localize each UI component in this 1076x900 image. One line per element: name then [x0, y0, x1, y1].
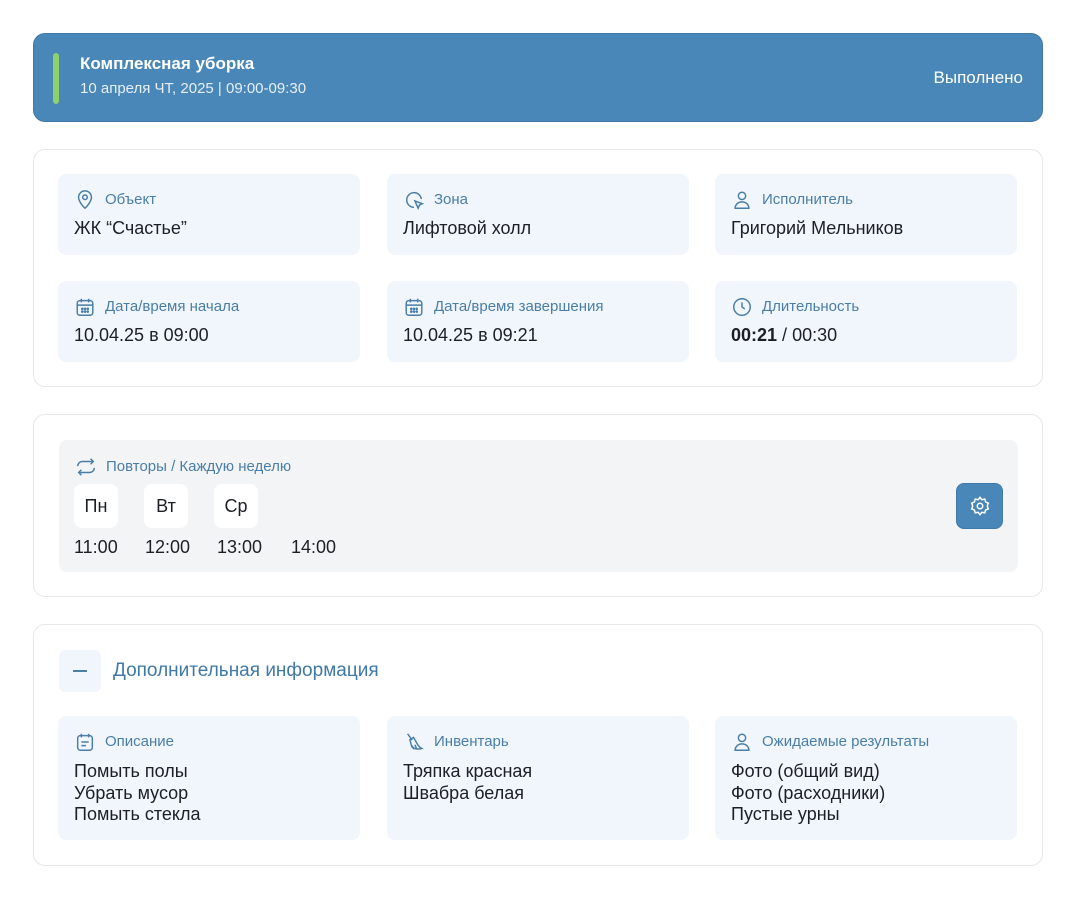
list-item: Помыть стекла: [74, 804, 201, 824]
duration-value: 00:21 / 00:30: [731, 325, 837, 346]
broom-icon: [406, 733, 424, 750]
user-icon: [734, 733, 750, 751]
inventory-label: Инвентарь: [434, 733, 509, 750]
status-badge: Выполнено: [933, 68, 1023, 87]
minus-icon: [73, 670, 87, 672]
zone-value: Лифтовой холл: [403, 218, 532, 238]
extra-info-card: Дополнительная информация Описание Помыт…: [33, 624, 1043, 866]
results-label: Ожидаемые результаты: [762, 733, 930, 750]
duration-separator: /: [777, 325, 793, 345]
list-item: Пустые урны: [731, 804, 840, 824]
day-chip[interactable]: Пн: [74, 484, 118, 528]
list-item: Фото (расходники): [731, 782, 886, 803]
zone-icon: [406, 191, 425, 211]
gear-icon: [970, 496, 990, 516]
task-schedule: 10 апреля ЧТ, 2025 | 09:00-09:30: [80, 80, 307, 97]
repeat-panel: Повторы / Каждую неделю Пн Вт Ср 11:00 1…: [59, 440, 1018, 572]
repeat-label: Повторы / Каждую неделю: [106, 458, 292, 475]
list-item: Тряпка красная: [403, 761, 533, 781]
duration-label: Длительность: [762, 298, 860, 315]
start-tile: Дата/время начала 10.04.25 в 09:00: [58, 281, 360, 362]
user-icon: [734, 191, 750, 209]
repeat-icon: [77, 458, 95, 476]
start-value: 10.04.25 в 09:00: [74, 325, 209, 345]
executor-label: Исполнитель: [762, 191, 853, 208]
location-pin-icon: [77, 190, 93, 210]
repeat-card: Повторы / Каждую неделю Пн Вт Ср 11:00 1…: [33, 414, 1043, 597]
results-tile: Ожидаемые результаты Фото (общий вид) Фо…: [715, 716, 1017, 840]
description-tile: Описание Помыть полы Убрать мусор Помыть…: [58, 716, 360, 840]
end-value: 10.04.25 в 09:21: [403, 325, 538, 345]
end-tile: Дата/время завершения 10.04.25 в 09:21: [387, 281, 689, 362]
zone-label: Зона: [434, 191, 469, 208]
clock-icon: [733, 298, 751, 316]
object-tile: Объект ЖК “Счастье”: [58, 174, 360, 255]
task-header: Комплексная уборка 10 апреля ЧТ, 2025 | …: [33, 33, 1043, 122]
inventory-list: Тряпка красная Швабра белая: [403, 761, 532, 804]
description-label: Описание: [105, 733, 175, 750]
task-title: Комплексная уборка: [80, 54, 255, 73]
repeat-time: 13:00: [217, 537, 263, 557]
calendar-icon: [76, 298, 94, 316]
start-label: Дата/время начала: [105, 298, 240, 315]
calendar-icon: [405, 298, 423, 316]
day-chip[interactable]: Ср: [214, 484, 258, 528]
duration-actual: 00:21: [731, 325, 778, 345]
list-item: Фото (общий вид): [731, 761, 880, 781]
extra-info-title[interactable]: Дополнительная информация: [113, 660, 379, 682]
repeat-time: 14:00: [291, 537, 337, 557]
inventory-tile: Инвентарь Тряпка красная Швабра белая: [387, 716, 689, 840]
executor-tile: Исполнитель Григорий Мельников: [715, 174, 1017, 255]
object-value: ЖК “Счастье”: [74, 218, 187, 238]
collapse-toggle-button[interactable]: [59, 650, 101, 692]
results-list: Фото (общий вид) Фото (расходники) Пусты…: [731, 761, 885, 826]
list-item: Швабра белая: [403, 782, 524, 803]
duration-tile: Длительность 00:21 / 00:30: [715, 281, 1017, 362]
status-indicator-bar: [53, 53, 59, 104]
repeat-settings-button[interactable]: [956, 483, 1003, 529]
description-list: Помыть полы Убрать мусор Помыть стекла: [74, 761, 201, 826]
repeat-time: 11:00: [74, 537, 118, 557]
list-item: Убрать мусор: [74, 782, 189, 803]
executor-value: Григорий Мельников: [731, 218, 904, 238]
zone-tile: Зона Лифтовой холл: [387, 174, 689, 255]
day-chip[interactable]: Вт: [144, 484, 188, 528]
object-label: Объект: [105, 191, 157, 208]
details-card: Объект ЖК “Счастье” Зона Лифтовой холл И…: [33, 149, 1043, 387]
repeat-time: 12:00: [145, 537, 191, 557]
description-icon: [76, 733, 94, 751]
duration-planned: 00:30: [792, 325, 838, 345]
list-item: Помыть полы: [74, 761, 188, 781]
end-label: Дата/время завершения: [434, 298, 604, 315]
